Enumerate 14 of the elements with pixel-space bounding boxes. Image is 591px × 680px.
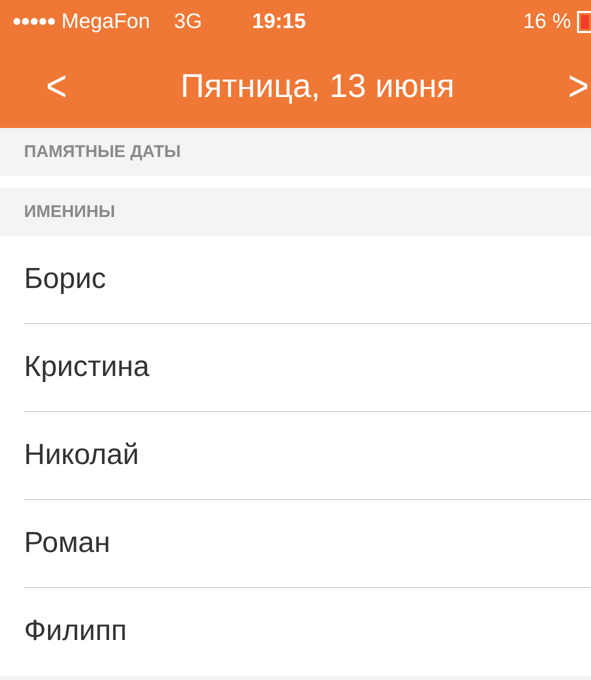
section-header: ИМЕНИНЫ <box>24 201 116 224</box>
name-list-item[interactable]: Кристина <box>24 346 150 390</box>
section-header: ПАМЯТНЫЕ ДАТЫ <box>24 141 181 164</box>
battery-icon <box>577 11 591 33</box>
battery-percentage: 16 % <box>523 9 571 36</box>
name-list-item[interactable]: Борис <box>24 258 106 302</box>
date-title: Пятница, 13 июня <box>180 66 455 106</box>
name-list-item[interactable]: Филипп <box>24 610 127 654</box>
network-type: 3G <box>174 9 202 36</box>
carrier-name: MegaFon <box>61 9 150 36</box>
signal-strength-dots: ●●●●● <box>12 12 56 32</box>
name-list-item[interactable]: Роман <box>24 522 110 566</box>
name-list-item[interactable]: Николай <box>24 434 139 478</box>
clock-time: 19:15 <box>252 9 306 36</box>
